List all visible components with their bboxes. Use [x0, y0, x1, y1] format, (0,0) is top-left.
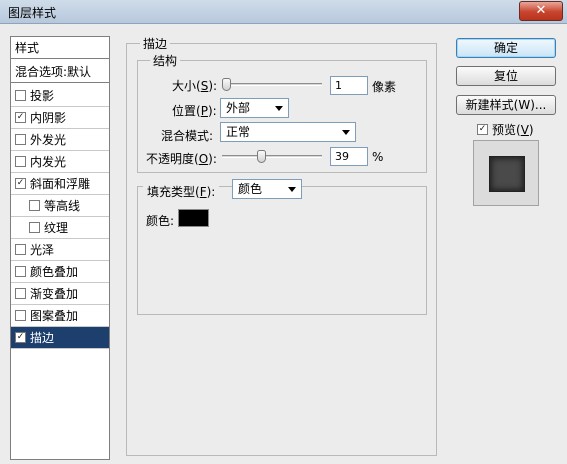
style-item[interactable]: 投影 — [11, 85, 109, 107]
style-checkbox[interactable] — [29, 200, 40, 211]
title-bar: 图层样式 ✕ — [0, 0, 567, 24]
style-item[interactable]: 外发光 — [11, 129, 109, 151]
chevron-down-icon — [275, 106, 283, 111]
style-item-label: 投影 — [30, 89, 55, 103]
stroke-group-title: 描边 — [140, 35, 171, 52]
new-style-button[interactable]: 新建样式(W)... — [456, 95, 556, 115]
style-item-label: 渐变叠加 — [30, 287, 79, 301]
close-icon: ✕ — [535, 3, 547, 18]
opacity-slider-track[interactable] — [222, 155, 322, 158]
position-select[interactable]: 外部 — [220, 98, 289, 118]
ok-button[interactable]: 确定 — [456, 38, 556, 58]
style-item[interactable]: 描边 — [11, 327, 109, 349]
preview-swatch — [489, 156, 525, 192]
opacity-unit: % — [372, 150, 384, 164]
style-item-label: 斜面和浮雕 — [30, 177, 91, 191]
color-swatch[interactable] — [178, 209, 209, 227]
style-item[interactable]: 图案叠加 — [11, 305, 109, 327]
style-item[interactable]: 渐变叠加 — [11, 283, 109, 305]
preview-checkbox[interactable] — [477, 124, 488, 135]
style-item-label: 等高线 — [44, 199, 81, 213]
styles-header[interactable]: 样式 — [11, 37, 109, 59]
size-unit: 像素 — [372, 80, 397, 94]
style-checkbox[interactable] — [15, 178, 26, 189]
blend-options-item[interactable]: 混合选项:默认 — [11, 61, 109, 83]
blend-mode-select[interactable]: 正常 — [220, 122, 356, 142]
style-checkbox[interactable] — [15, 244, 26, 255]
blend-mode-label: 混合模式: — [161, 129, 214, 143]
fill-group — [137, 186, 427, 315]
style-checkbox[interactable] — [15, 310, 26, 321]
preview-label: 预览(V) — [492, 123, 534, 137]
chevron-down-icon — [342, 130, 350, 135]
close-button[interactable]: ✕ — [519, 1, 563, 21]
style-checkbox[interactable] — [15, 288, 26, 299]
style-item-label: 光泽 — [30, 243, 55, 257]
color-label: 颜色: — [146, 214, 175, 228]
opacity-input[interactable]: 39 — [330, 147, 368, 166]
style-item-label: 内阴影 — [30, 111, 67, 125]
preview-thumbnail — [473, 140, 539, 206]
position-label: 位置(P): — [172, 104, 217, 118]
style-item-label: 纹理 — [44, 221, 69, 235]
style-item[interactable]: 内阴影 — [11, 107, 109, 129]
size-slider-thumb[interactable] — [222, 78, 232, 91]
style-item-label: 描边 — [30, 331, 55, 345]
size-label: 大小(S): — [172, 79, 218, 93]
style-item[interactable]: 等高线 — [11, 195, 109, 217]
style-checkbox[interactable] — [15, 266, 26, 277]
style-item-label: 外发光 — [30, 133, 67, 147]
style-item[interactable]: 斜面和浮雕 — [11, 173, 109, 195]
size-slider-track[interactable] — [222, 83, 322, 86]
styles-list: 样式 混合选项:默认 投影内阴影外发光内发光斜面和浮雕等高线纹理光泽颜色叠加渐变… — [10, 36, 110, 460]
fill-type-select[interactable]: 颜色 — [232, 179, 302, 199]
style-checkbox[interactable] — [29, 222, 40, 233]
size-input[interactable]: 1 — [330, 76, 368, 95]
style-checkbox[interactable] — [15, 112, 26, 123]
style-item[interactable]: 纹理 — [11, 217, 109, 239]
window-title: 图层样式 — [8, 6, 57, 20]
chevron-down-icon — [288, 187, 296, 192]
style-item-label: 图案叠加 — [30, 309, 79, 323]
structure-group-title: 结构 — [150, 52, 181, 69]
style-checkbox[interactable] — [15, 90, 26, 101]
style-item[interactable]: 光泽 — [11, 239, 109, 261]
opacity-label: 不透明度(O): — [146, 152, 217, 166]
reset-button[interactable]: 复位 — [456, 66, 556, 86]
style-item[interactable]: 颜色叠加 — [11, 261, 109, 283]
style-checkbox[interactable] — [15, 332, 26, 343]
style-checkbox[interactable] — [15, 156, 26, 167]
style-item[interactable]: 内发光 — [11, 151, 109, 173]
style-item-label: 颜色叠加 — [30, 265, 79, 279]
opacity-slider-thumb[interactable] — [257, 150, 267, 163]
preview-toggle[interactable]: 预览(V) — [477, 121, 534, 138]
style-checkbox[interactable] — [15, 134, 26, 145]
fill-type-label: 填充类型(F): — [143, 183, 220, 200]
style-item-label: 内发光 — [30, 155, 67, 169]
